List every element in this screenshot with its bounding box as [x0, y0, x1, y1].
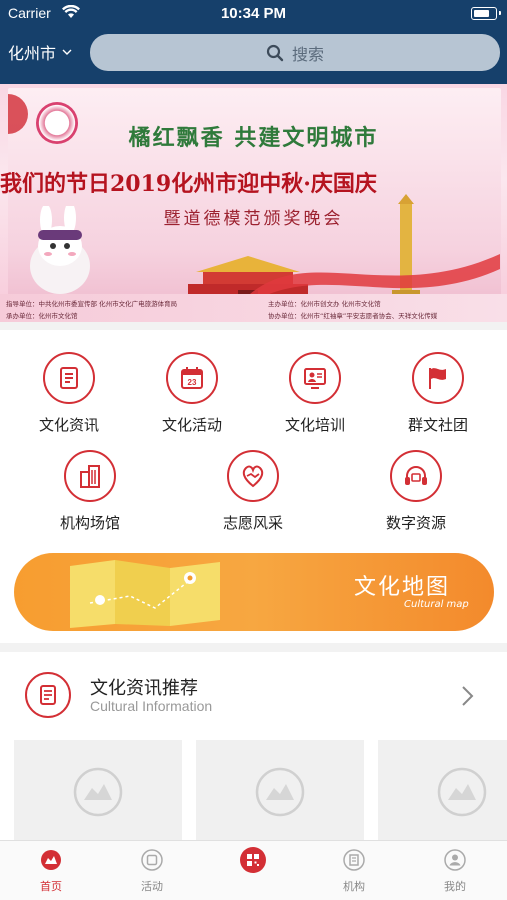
news-card[interactable]: [196, 740, 364, 840]
tab-label: 机构: [343, 880, 365, 893]
recommend-icon-circle: [25, 672, 71, 718]
document-icon: [40, 685, 56, 705]
battery-icon: [471, 7, 501, 20]
news-card[interactable]: [378, 740, 507, 840]
map-banner-subtitle: Cultural map: [404, 599, 469, 610]
tab-label: 首页: [40, 880, 62, 893]
calendar-icon: 23: [181, 367, 203, 389]
credits-host: 主办单位：化州市创文办 化州市文化馆: [268, 300, 381, 308]
recommend-section: 文化资讯推荐 Cultural Information: [0, 652, 507, 840]
clubs-icon-circle: [412, 352, 464, 404]
credits-co-organizer: 协办单位：化州市“红袖章”平安志愿者协会、天祥文化传媒: [268, 312, 438, 320]
qr-code-icon: [240, 847, 266, 873]
grid-item-training[interactable]: 文化培训: [265, 352, 365, 435]
training-icon-circle: [289, 352, 341, 404]
search-bar[interactable]: 搜索: [90, 34, 500, 71]
tab-profile[interactable]: 我的: [415, 849, 495, 894]
grid-item-digital[interactable]: 数字资源: [366, 450, 466, 533]
grid-item-news[interactable]: 文化资讯: [19, 352, 119, 435]
document-icon: [60, 367, 78, 389]
headphones-icon: [405, 466, 427, 485]
grid-item-activities[interactable]: 23 文化活动: [142, 352, 242, 435]
tab-institutions[interactable]: 机构: [314, 849, 394, 894]
building-icon: [80, 465, 100, 488]
grid-label: 机构场馆: [59, 514, 120, 532]
flag-icon: [429, 368, 446, 389]
user-icon: [444, 849, 466, 871]
training-icon: [304, 368, 326, 389]
banner-slogan: 橘红飘香 共建文明城市: [128, 125, 379, 151]
home-icon: [41, 850, 61, 870]
handshake-icon: [242, 465, 264, 488]
chevron-right-icon[interactable]: [460, 684, 476, 708]
rabbit-mascot-icon: [30, 206, 90, 294]
image-placeholder-icon: [437, 767, 487, 817]
header: Carrier 10:34 PM 化州市 搜索: [0, 0, 507, 84]
tab-bar: 首页 活动 机构 我的: [0, 840, 507, 900]
activities-icon-circle: 23: [166, 352, 218, 404]
digital-icon-circle: [390, 450, 442, 502]
tab-label: 活动: [141, 880, 163, 893]
tab-qrcode[interactable]: [213, 847, 293, 881]
recommend-title: 文化资讯推荐: [90, 678, 198, 699]
credits-organizer: 承办单位：化州市文化馆: [6, 312, 78, 320]
credits-guide: 指导单位：中共化州市委宣传部 化州市文化广电旅游体育局: [6, 300, 178, 308]
tab-activities[interactable]: 活动: [112, 849, 192, 894]
news-card[interactable]: [14, 740, 182, 840]
map-banner-title: 文化地图: [354, 575, 451, 600]
folded-map-icon: [70, 560, 220, 628]
image-placeholder-icon: [73, 767, 123, 817]
institution-icon: [343, 849, 365, 871]
venues-icon-circle: [64, 450, 116, 502]
banner-credits: 指导单位：中共化州市委宣传部 化州市文化广电旅游体育局 承办单位：化州市文化馆 …: [0, 294, 507, 322]
volunteers-icon-circle: [227, 450, 279, 502]
city-label: 化州市: [8, 44, 57, 63]
promo-banner[interactable]: 橘红飘香 共建文明城市 我们的节日2019化州市迎中秋·庆国庆 暨道德模范颁奖晚…: [0, 84, 507, 322]
cultural-map-banner[interactable]: 文化地图 Cultural map: [14, 553, 494, 631]
image-placeholder-icon: [255, 767, 305, 817]
search-placeholder: 搜索: [291, 44, 324, 64]
grid-label: 文化资讯: [38, 416, 99, 434]
activity-icon: [141, 849, 163, 871]
banner-title: 我们的节日2019化州市迎中秋·庆国庆: [0, 171, 377, 197]
grid-item-clubs[interactable]: 群文社团: [388, 352, 488, 435]
chevron-down-icon: [62, 49, 72, 55]
svg-text:23: 23: [188, 378, 197, 387]
clock: 10:34 PM: [220, 5, 287, 22]
status-bar: Carrier 10:34 PM: [0, 0, 507, 28]
grid-label: 群文社团: [407, 416, 468, 434]
grid-item-volunteers[interactable]: 志愿风采: [203, 450, 303, 533]
city-selector[interactable]: 化州市: [8, 40, 72, 64]
grid-label: 志愿风采: [222, 514, 283, 532]
tab-label: 我的: [444, 880, 466, 893]
grid-label: 数字资源: [385, 514, 446, 532]
recommend-subtitle: Cultural Information: [90, 698, 213, 714]
grid-item-venues[interactable]: 机构场馆: [40, 450, 140, 533]
tab-home[interactable]: 首页: [11, 849, 91, 894]
search-icon: [266, 44, 284, 61]
news-icon-circle: [43, 352, 95, 404]
grid-label: 文化活动: [161, 416, 222, 434]
grid-label: 文化培训: [284, 416, 345, 434]
